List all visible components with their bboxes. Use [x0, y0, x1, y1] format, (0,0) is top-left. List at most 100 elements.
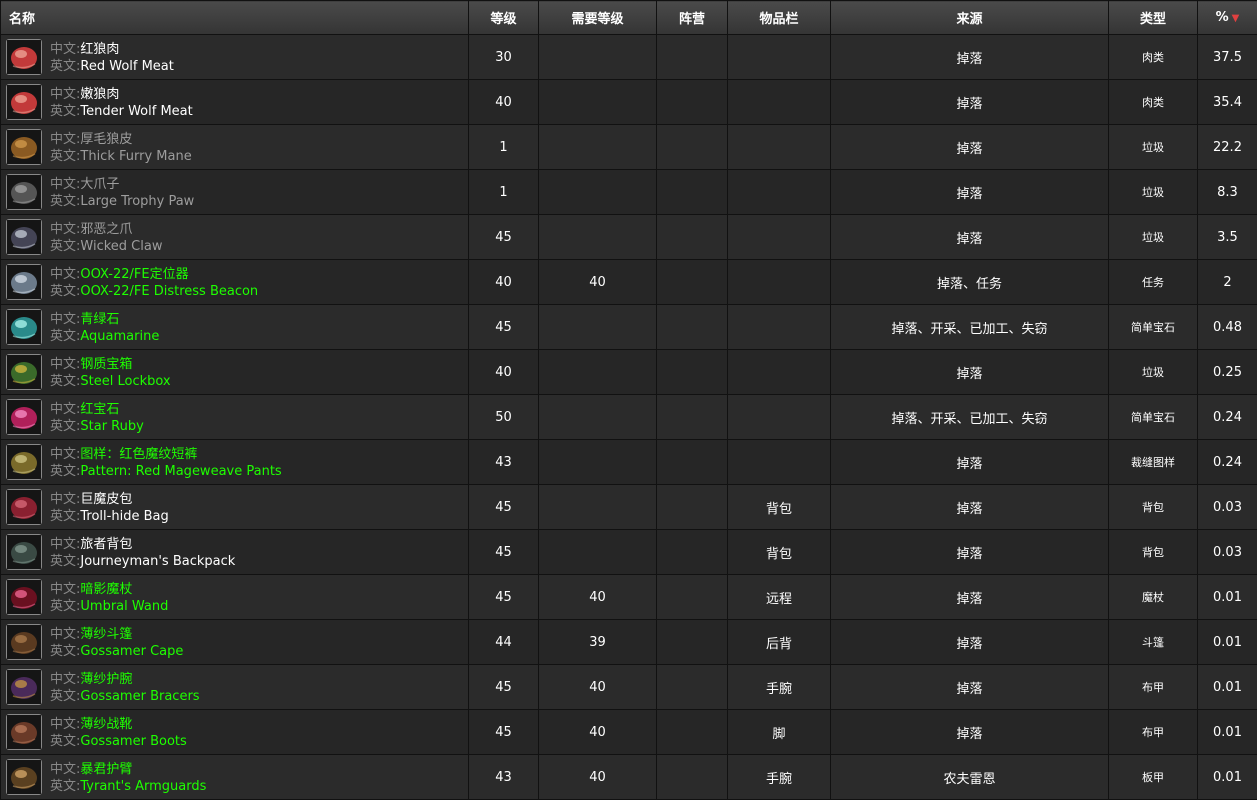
- header-source[interactable]: 来源: [831, 1, 1109, 35]
- header-percent-label: %: [1216, 10, 1229, 25]
- item-type: 背包: [1109, 530, 1198, 575]
- item-level: 43: [469, 440, 539, 485]
- paw-icon[interactable]: [6, 174, 42, 210]
- item-name-cell: 中文:红狼肉英文:Red Wolf Meat: [1, 35, 469, 80]
- item-name-cn[interactable]: 薄纱护腕: [80, 672, 132, 687]
- beacon-icon[interactable]: [6, 264, 42, 300]
- cape-icon[interactable]: [6, 624, 42, 660]
- item-name-cn[interactable]: 暴君护臂: [80, 762, 132, 777]
- armguards-icon[interactable]: [6, 759, 42, 795]
- table-row[interactable]: 中文:巨魔皮包英文:Troll-hide Bag45背包掉落背包0.03: [1, 485, 1257, 530]
- item-source: 掉落: [831, 620, 1109, 665]
- item-drop-percent: 0.01: [1198, 755, 1257, 800]
- item-level: 40: [469, 260, 539, 305]
- table-row[interactable]: 中文:暴君护臂英文:Tyrant's Armguards4340手腕农夫雷恩板甲…: [1, 755, 1257, 800]
- header-name[interactable]: 名称: [1, 1, 469, 35]
- item-name-cn[interactable]: 青绿石: [80, 312, 119, 327]
- item-source: 掉落、开采、已加工、失窃: [831, 395, 1109, 440]
- ruby-icon[interactable]: [6, 399, 42, 435]
- item-faction: [657, 170, 728, 215]
- item-name-cn[interactable]: 红狼肉: [80, 42, 119, 57]
- bracers-icon[interactable]: [6, 669, 42, 705]
- cn-label: 中文:: [50, 762, 80, 777]
- item-name-cn[interactable]: 薄纱斗篷: [80, 627, 132, 642]
- item-name-en[interactable]: Large Trophy Paw: [80, 194, 194, 209]
- table-row[interactable]: 中文:图样：红色魔纹短裤英文:Pattern: Red Mageweave Pa…: [1, 440, 1257, 485]
- item-name-en[interactable]: OOX-22/FE Distress Beacon: [80, 284, 258, 299]
- cn-label: 中文:: [50, 222, 80, 237]
- table-row[interactable]: 中文:红狼肉英文:Red Wolf Meat30掉落肉类37.5: [1, 35, 1257, 80]
- header-req-level[interactable]: 需要等级: [539, 1, 657, 35]
- header-faction[interactable]: 阵营: [657, 1, 728, 35]
- table-row[interactable]: 中文:红宝石英文:Star Ruby50掉落、开采、已加工、失窃简单宝石0.24: [1, 395, 1257, 440]
- item-name-en[interactable]: Gossamer Boots: [80, 734, 186, 749]
- item-name-en[interactable]: Tender Wolf Meat: [80, 104, 192, 119]
- item-name-cn[interactable]: 大爪子: [80, 177, 119, 192]
- cn-label: 中文:: [50, 87, 80, 102]
- meat-icon[interactable]: [6, 84, 42, 120]
- wand-icon[interactable]: [6, 579, 42, 615]
- table-row[interactable]: 中文:厚毛狼皮英文:Thick Furry Mane1掉落垃圾22.2: [1, 125, 1257, 170]
- table-row[interactable]: 中文:嫩狼肉英文:Tender Wolf Meat40掉落肉类35.4: [1, 80, 1257, 125]
- item-name-en[interactable]: Tyrant's Armguards: [80, 779, 206, 794]
- item-req-level: [539, 395, 657, 440]
- item-name-cn[interactable]: 旅者背包: [80, 537, 132, 552]
- item-level: 1: [469, 125, 539, 170]
- table-row[interactable]: 中文:旅者背包英文:Journeyman's Backpack45背包掉落背包0…: [1, 530, 1257, 575]
- item-name-cn[interactable]: 薄纱战靴: [80, 717, 132, 732]
- item-name-en[interactable]: Journeyman's Backpack: [80, 554, 235, 569]
- item-name-en[interactable]: Troll-hide Bag: [80, 509, 168, 524]
- table-row[interactable]: 中文:青绿石英文:Aquamarine45掉落、开采、已加工、失窃简单宝石0.4…: [1, 305, 1257, 350]
- gem-icon[interactable]: [6, 309, 42, 345]
- item-name-en[interactable]: Gossamer Bracers: [80, 689, 199, 704]
- item-type: 简单宝石: [1109, 305, 1198, 350]
- item-name-cn[interactable]: 图样：红色魔纹短裤: [80, 447, 197, 462]
- item-name-cn[interactable]: OOX-22/FE定位器: [80, 267, 188, 282]
- item-slot: 远程: [728, 575, 831, 620]
- item-name-en[interactable]: Umbral Wand: [80, 599, 168, 614]
- lockbox-icon[interactable]: [6, 354, 42, 390]
- item-name-en[interactable]: Star Ruby: [80, 419, 143, 434]
- item-name-cn[interactable]: 暗影魔杖: [80, 582, 132, 597]
- pattern-icon[interactable]: [6, 444, 42, 480]
- claw-icon[interactable]: [6, 219, 42, 255]
- item-name-cn[interactable]: 钢质宝箱: [80, 357, 132, 372]
- table-row[interactable]: 中文:暗影魔杖英文:Umbral Wand4540远程掉落魔杖0.01: [1, 575, 1257, 620]
- item-name-cn[interactable]: 邪恶之爪: [80, 222, 132, 237]
- cn-label: 中文:: [50, 537, 80, 552]
- item-faction: [657, 530, 728, 575]
- backpack-icon[interactable]: [6, 534, 42, 570]
- meat-icon[interactable]: [6, 39, 42, 75]
- table-row[interactable]: 中文:薄纱战靴英文:Gossamer Boots4540脚掉落布甲0.01: [1, 710, 1257, 755]
- table-row[interactable]: 中文:钢质宝箱英文:Steel Lockbox40掉落垃圾0.25: [1, 350, 1257, 395]
- item-name-en[interactable]: Red Wolf Meat: [80, 59, 173, 74]
- item-name-cn[interactable]: 红宝石: [80, 402, 119, 417]
- header-percent[interactable]: %▼: [1198, 1, 1257, 35]
- table-row[interactable]: 中文:薄纱斗篷英文:Gossamer Cape4439后背掉落斗篷0.01: [1, 620, 1257, 665]
- item-name-en[interactable]: Pattern: Red Mageweave Pants: [80, 464, 281, 479]
- table-row[interactable]: 中文:邪恶之爪英文:Wicked Claw45掉落垃圾3.5: [1, 215, 1257, 260]
- item-name-cn[interactable]: 厚毛狼皮: [80, 132, 132, 147]
- item-drop-percent: 0.01: [1198, 575, 1257, 620]
- item-name-en[interactable]: Gossamer Cape: [80, 644, 183, 659]
- fur-icon[interactable]: [6, 129, 42, 165]
- item-name-cn[interactable]: 嫩狼肉: [80, 87, 119, 102]
- item-name-en[interactable]: Steel Lockbox: [80, 374, 170, 389]
- bag-icon[interactable]: [6, 489, 42, 525]
- item-source: 掉落: [831, 350, 1109, 395]
- item-name-cn[interactable]: 巨魔皮包: [80, 492, 132, 507]
- item-drop-percent: 37.5: [1198, 35, 1257, 80]
- en-label: 英文:: [50, 689, 80, 704]
- item-slot: [728, 125, 831, 170]
- item-name-en[interactable]: Thick Furry Mane: [80, 149, 191, 164]
- boots-icon[interactable]: [6, 714, 42, 750]
- header-slot[interactable]: 物品栏: [728, 1, 831, 35]
- table-row[interactable]: 中文:OOX-22/FE定位器英文:OOX-22/FE Distress Bea…: [1, 260, 1257, 305]
- header-type[interactable]: 类型: [1109, 1, 1198, 35]
- item-name-en[interactable]: Wicked Claw: [80, 239, 162, 254]
- item-name-en[interactable]: Aquamarine: [80, 329, 159, 344]
- table-row[interactable]: 中文:薄纱护腕英文:Gossamer Bracers4540手腕掉落布甲0.01: [1, 665, 1257, 710]
- table-row[interactable]: 中文:大爪子英文:Large Trophy Paw1掉落垃圾8.3: [1, 170, 1257, 215]
- header-level[interactable]: 等级: [469, 1, 539, 35]
- item-drop-percent: 0.03: [1198, 530, 1257, 575]
